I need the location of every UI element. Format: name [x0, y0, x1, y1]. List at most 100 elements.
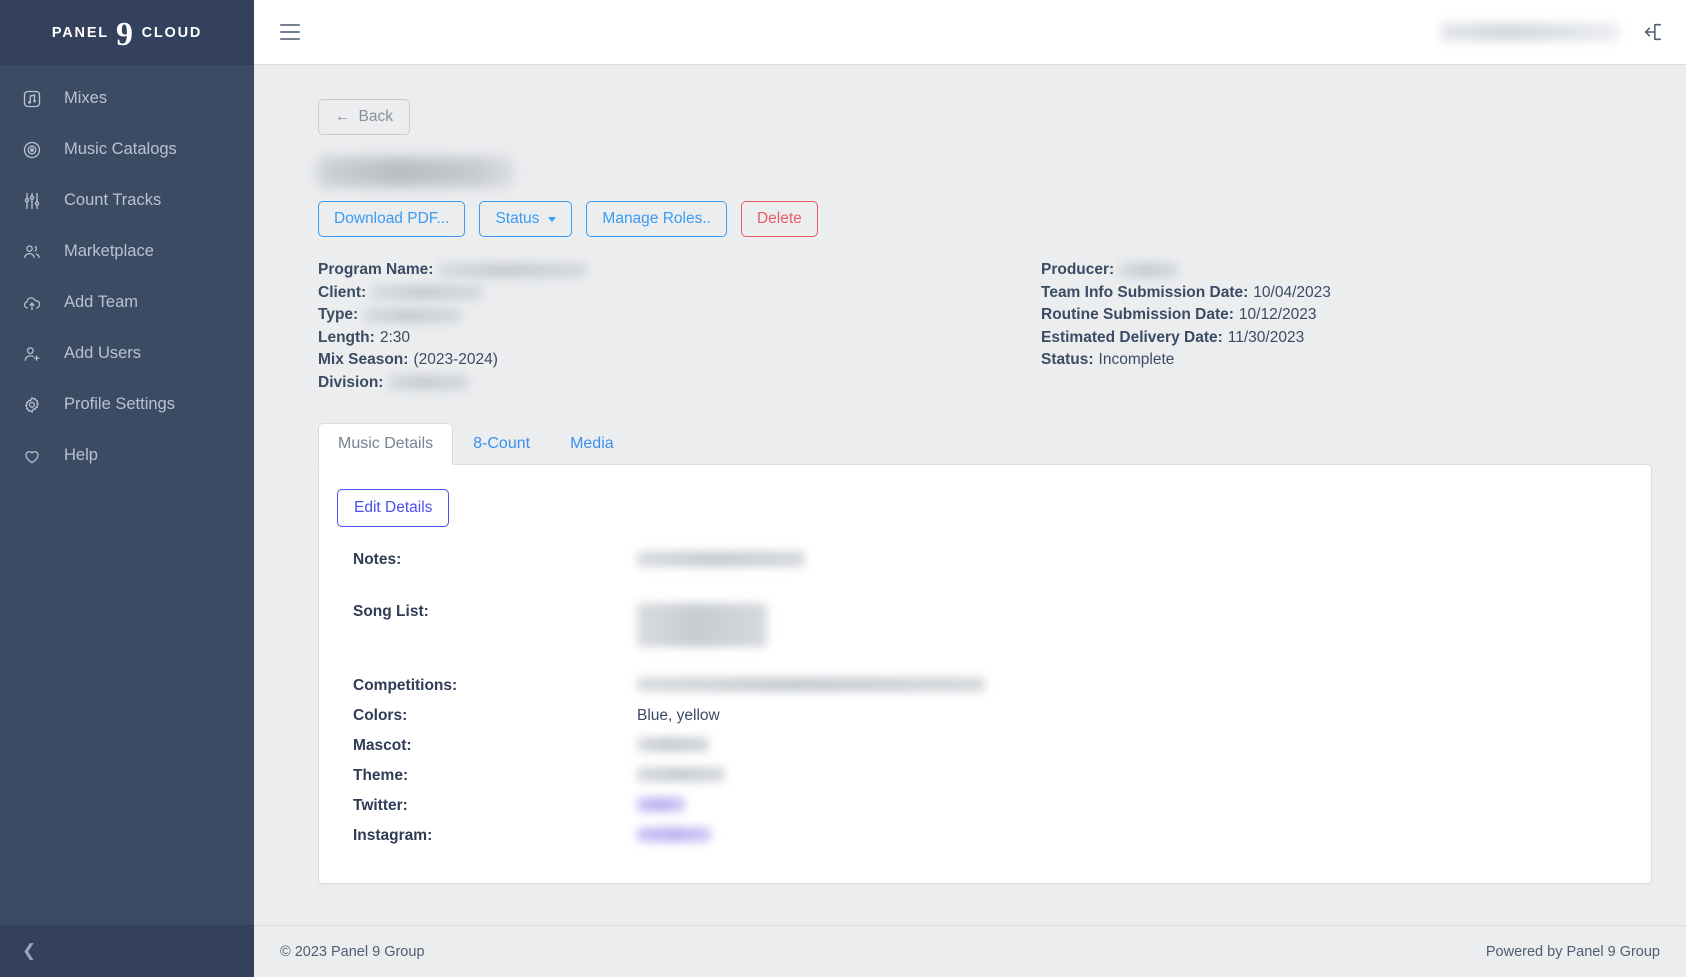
- sidebar-item-count-tracks[interactable]: Count Tracks: [0, 175, 254, 226]
- manage-roles-label: Manage Roles..: [602, 210, 711, 227]
- tab-8-count[interactable]: 8-Count: [453, 423, 550, 465]
- hamburger-icon[interactable]: [280, 24, 300, 40]
- detail-value: 11/30/2023: [1227, 328, 1305, 346]
- field-notes: Notes:: [337, 551, 1629, 603]
- detail-label: Mix Season:: [318, 351, 409, 369]
- brand-word-cloud: CLOUD: [141, 24, 203, 41]
- field-label: Competitions:: [353, 677, 458, 694]
- field-colors: Colors: Blue, yellow: [337, 707, 1629, 737]
- manage-roles-button[interactable]: Manage Roles..: [586, 201, 727, 237]
- app-root: PANEL 9 CLOUD Mixes Music Catalogs Count…: [0, 0, 1686, 977]
- disc-icon: [22, 140, 64, 160]
- status-dropdown[interactable]: Status: [479, 201, 573, 237]
- field-competitions: Competitions:: [337, 677, 1629, 707]
- person-add-icon: [22, 344, 64, 364]
- tab-label: 8-Count: [473, 435, 531, 452]
- detail-label: Client:: [318, 283, 367, 301]
- field-value: [637, 767, 725, 782]
- music-details-panel: Edit Details Notes: Song List: Competiti: [318, 464, 1652, 884]
- twitter-link[interactable]: [637, 797, 685, 812]
- user-name-label: [1440, 23, 1620, 41]
- sidebar-item-mixes[interactable]: Mixes: [0, 73, 254, 124]
- sidebar-collapse-button[interactable]: ❮: [0, 925, 254, 977]
- detail-label: Routine Submission Date:: [1041, 306, 1234, 324]
- download-pdf-button[interactable]: Download PDF...: [318, 201, 466, 237]
- sidebar-item-label: Profile Settings: [64, 395, 175, 413]
- field-mascot: Mascot:: [337, 737, 1629, 767]
- status-badge: Status: Incomplete: [1041, 349, 1652, 372]
- sidebar-nav: Mixes Music Catalogs Count Tracks Market…: [0, 65, 254, 925]
- tab-label: Music Details: [338, 435, 434, 452]
- sidebar-item-music-catalogs[interactable]: Music Catalogs: [0, 124, 254, 175]
- detail-length: Length: 2:30: [318, 327, 985, 350]
- detail-value: [371, 285, 484, 301]
- footer: © 2023 Panel 9 Group Powered by Panel 9 …: [254, 925, 1686, 977]
- people-icon: [22, 242, 64, 262]
- sidebar-item-marketplace[interactable]: Marketplace: [0, 226, 254, 277]
- mix-details-left: Program Name: Client: Type: Length: 2:30…: [318, 259, 985, 394]
- sidebar-item-add-users[interactable]: Add Users: [0, 328, 254, 379]
- detail-producer: Producer:: [1041, 259, 1652, 282]
- field-value: [637, 603, 767, 647]
- detail-routine-submission-date: Routine Submission Date: 10/12/2023: [1041, 304, 1652, 327]
- content-container: ← Back Download PDF... Status Manage Rol…: [254, 99, 1686, 884]
- detail-label: Program Name:: [318, 261, 434, 279]
- heart-icon: [22, 446, 64, 466]
- sidebar: PANEL 9 CLOUD Mixes Music Catalogs Count…: [0, 0, 254, 977]
- detail-label: Status:: [1041, 351, 1094, 369]
- detail-value: Incomplete: [1098, 351, 1175, 369]
- edit-details-button[interactable]: Edit Details: [337, 489, 450, 527]
- detail-program-name: Program Name:: [318, 259, 985, 282]
- chevron-down-icon: [548, 216, 557, 222]
- tab-label: Media: [570, 435, 614, 452]
- field-instagram: Instagram:: [337, 827, 1629, 857]
- chevron-left-icon: ❮: [22, 941, 37, 960]
- arrow-left-icon: ←: [335, 108, 351, 125]
- sidebar-item-label: Music Catalogs: [64, 140, 177, 158]
- tab-bar: Music Details 8-Count Media: [318, 422, 1652, 465]
- page-title: [318, 157, 514, 187]
- detail-value: 10/12/2023: [1238, 306, 1317, 324]
- topbar: [254, 0, 1686, 65]
- delete-button[interactable]: Delete: [740, 201, 818, 237]
- detail-team-info-submission-date: Team Info Submission Date: 10/04/2023: [1041, 282, 1652, 305]
- sidebar-item-add-team[interactable]: Add Team: [0, 277, 254, 328]
- detail-value: 10/04/2023: [1253, 283, 1331, 301]
- detail-value: [1119, 262, 1178, 278]
- detail-value: [363, 307, 462, 323]
- action-buttons: Download PDF... Status Manage Roles.. De…: [318, 201, 1652, 237]
- field-value: [637, 737, 709, 752]
- mix-details: Program Name: Client: Type: Length: 2:30…: [318, 259, 1652, 394]
- sidebar-item-profile-settings[interactable]: Profile Settings: [0, 379, 254, 430]
- sidebar-item-help[interactable]: Help: [0, 430, 254, 481]
- tab-music-details[interactable]: Music Details: [318, 423, 454, 465]
- delete-label: Delete: [756, 210, 802, 227]
- instagram-link[interactable]: [637, 827, 711, 842]
- field-label: Song List:: [353, 603, 429, 620]
- edit-details-label: Edit Details: [354, 499, 433, 516]
- sidebar-item-label: Add Team: [64, 293, 138, 311]
- detail-value: [388, 375, 469, 391]
- brand-logo[interactable]: PANEL 9 CLOUD: [0, 0, 254, 65]
- field-value: [637, 677, 985, 692]
- back-button[interactable]: ← Back: [318, 99, 410, 135]
- field-twitter: Twitter:: [337, 797, 1629, 827]
- sidebar-item-label: Mixes: [64, 89, 108, 107]
- main-area: ← Back Download PDF... Status Manage Rol…: [254, 0, 1686, 977]
- detail-estimated-delivery-date: Estimated Delivery Date: 11/30/2023: [1041, 327, 1652, 350]
- music-note-icon: [22, 89, 64, 109]
- field-label: Theme:: [353, 767, 409, 784]
- tab-media[interactable]: Media: [550, 423, 634, 465]
- detail-label: Length:: [318, 328, 375, 346]
- detail-value: 2:30: [379, 328, 410, 346]
- cloud-upload-icon: [22, 293, 64, 313]
- field-theme: Theme:: [337, 767, 1629, 797]
- details-field-list: Notes: Song List: Competitions: Colors: …: [337, 551, 1629, 857]
- sidebar-item-label: Add Users: [64, 344, 142, 362]
- field-label: Twitter:: [353, 797, 408, 814]
- detail-label: Division:: [318, 373, 384, 391]
- logout-icon[interactable]: [1642, 21, 1664, 43]
- detail-label: Team Info Submission Date:: [1041, 283, 1249, 301]
- sidebar-item-label: Help: [64, 446, 98, 464]
- brand-nine: 9: [115, 15, 135, 53]
